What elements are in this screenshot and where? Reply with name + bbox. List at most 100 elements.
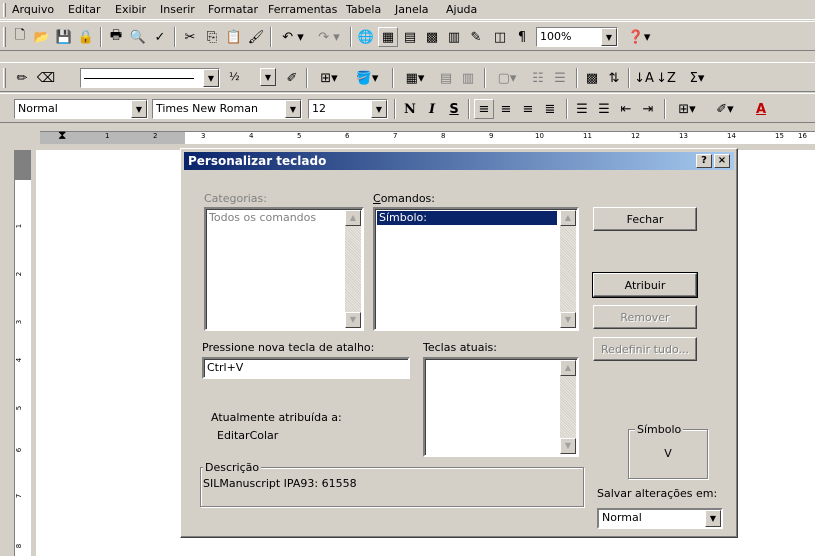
scroll-up-icon[interactable]: ▲ — [560, 210, 576, 226]
scroll-down-icon[interactable]: ▼ — [560, 312, 576, 328]
outside-border-icon[interactable]: ⊞▾ — [670, 99, 704, 119]
font-color-icon[interactable]: A — [746, 99, 776, 119]
new-shortcut-input[interactable]: Ctrl+V — [202, 357, 410, 379]
borders-icon[interactable]: ⊞▾ — [312, 68, 346, 88]
spelling-icon[interactable]: ✓ — [150, 27, 170, 47]
border-color-icon[interactable]: ✐ — [282, 68, 302, 88]
draw-table-icon[interactable]: ✏ — [12, 68, 32, 88]
new-key-label: Pressione nova tecla de atalho: — [202, 341, 375, 354]
insert-table-icon[interactable]: ▦▾ — [398, 68, 432, 88]
line-style-combo[interactable]: ▼ — [80, 68, 220, 88]
numbering-icon[interactable]: ☰ — [572, 99, 592, 119]
sort-descending-icon[interactable]: ↓Z — [656, 68, 676, 88]
format-painter-icon[interactable]: 🖌 — [246, 27, 266, 47]
chevron-down-icon[interactable]: ▼ — [285, 100, 301, 118]
font-combo[interactable]: Times New Roman ▼ — [152, 99, 302, 119]
menu-inserir[interactable]: Inserir — [160, 3, 195, 16]
scroll-up-icon: ▲ — [345, 210, 361, 226]
chevron-down-icon[interactable]: ▼ — [705, 510, 721, 527]
document-map-icon[interactable]: ◫ — [490, 27, 510, 47]
save-changes-label: Salvar alterações em: — [597, 487, 718, 500]
autosum-icon[interactable]: Σ▾ — [680, 68, 714, 88]
drawing-icon[interactable]: ✎ — [466, 27, 486, 47]
menu-grip[interactable] — [3, 3, 6, 17]
ruler-tick: 16 — [798, 132, 807, 140]
chevron-down-icon[interactable]: ▼ — [601, 28, 617, 46]
copy-icon[interactable]: ⎘ — [202, 27, 222, 47]
zoom-combo[interactable]: 100% ▼ — [536, 27, 618, 47]
separator — [174, 27, 176, 47]
list-item[interactable]: Símbolo: — [377, 211, 557, 225]
menu-janela[interactable]: Janela — [395, 3, 429, 16]
separator — [392, 68, 394, 88]
insert-table-icon[interactable]: ▤ — [400, 27, 420, 47]
style-combo[interactable]: Normal ▼ — [14, 99, 148, 119]
line-weight-combo[interactable]: ½ ▼ — [226, 68, 276, 88]
chevron-down-icon[interactable]: ▼ — [203, 69, 219, 87]
save-icon[interactable]: 💾 — [54, 27, 74, 47]
menu-tabela[interactable]: Tabela — [346, 3, 381, 16]
commands-label-text: omandos: — [380, 192, 435, 205]
align-right-icon[interactable]: ≡ — [518, 99, 538, 119]
chevron-down-icon[interactable]: ▼ — [371, 100, 387, 118]
indent-marker-icon[interactable]: ⧗ — [58, 128, 66, 143]
increase-indent-icon[interactable]: ⇥ — [638, 99, 658, 119]
vruler-margin — [15, 150, 31, 180]
ruler-tick: 9 — [489, 132, 494, 140]
tables-borders-icon[interactable]: ▦ — [378, 27, 398, 47]
highlight-icon[interactable]: ✐▾ — [708, 99, 742, 119]
close-button[interactable]: Fechar — [593, 207, 697, 231]
bold-button[interactable]: N — [400, 99, 420, 119]
show-hide-icon[interactable]: ¶ — [512, 27, 532, 47]
new-document-icon[interactable]: 🗋 — [10, 27, 30, 47]
italic-button[interactable]: I — [422, 99, 442, 119]
underline-button[interactable]: S — [444, 99, 464, 119]
chevron-down-icon[interactable]: ▼ — [260, 68, 276, 86]
scroll-up-icon[interactable]: ▲ — [560, 360, 576, 376]
menu-exibir[interactable]: Exibir — [115, 3, 146, 16]
undo-icon[interactable]: ↶ ▾ — [276, 27, 310, 47]
align-center-icon[interactable]: ≡ — [496, 99, 516, 119]
menu-ajuda[interactable]: Ajuda — [446, 3, 477, 16]
menu-arquivo[interactable]: Arquivo — [12, 3, 54, 16]
scroll-down-icon[interactable]: ▼ — [560, 438, 576, 454]
print-preview-icon[interactable]: 🔍 — [128, 27, 148, 47]
hyperlink-icon[interactable]: 🌐 — [356, 27, 376, 47]
assign-button[interactable]: Atribuir — [592, 272, 698, 298]
open-folder-icon[interactable]: 📂 — [32, 27, 52, 47]
commands-list[interactable]: Símbolo: ▲ ▼ — [373, 207, 579, 331]
remove-button: Remover — [593, 305, 697, 329]
paste-icon[interactable]: 📋 — [224, 27, 244, 47]
sort-ascending-icon[interactable]: ↓A — [634, 68, 654, 88]
decrease-indent-icon[interactable]: ⇤ — [616, 99, 636, 119]
permission-icon[interactable]: 🔒 — [76, 27, 96, 47]
columns-icon[interactable]: ▥ — [444, 27, 464, 47]
justify-icon[interactable]: ≣ — [540, 99, 560, 119]
bullets-icon[interactable]: ☰ — [594, 99, 614, 119]
help-button[interactable]: ? — [696, 154, 712, 168]
help-icon[interactable]: ❓▾ — [624, 27, 654, 47]
print-icon[interactable]: 🖶 — [106, 27, 126, 47]
ruler-tick: 3 — [201, 132, 206, 140]
current-keys-list[interactable]: ▲ ▼ — [423, 357, 579, 457]
autoformat-icon[interactable]: ▩ — [582, 68, 602, 88]
horizontal-ruler: ⧗ 1 2 3 4 5 6 7 8 9 10 11 12 13 14 15 16 — [0, 128, 815, 146]
menu-formatar[interactable]: Formatar — [208, 3, 258, 16]
chevron-down-icon[interactable]: ▼ — [131, 100, 147, 118]
insert-excel-icon[interactable]: ▩ — [422, 27, 442, 47]
text-direction-icon[interactable]: ⇅ — [604, 68, 624, 88]
cut-icon[interactable]: ✂ — [180, 27, 200, 47]
current-keys-scrollbar[interactable]: ▲ ▼ — [560, 360, 576, 454]
font-size-combo[interactable]: 12 ▼ — [308, 99, 388, 119]
save-changes-select[interactable]: Normal ▼ — [597, 508, 723, 529]
commands-scrollbar[interactable]: ▲ ▼ — [560, 210, 576, 328]
eraser-icon[interactable]: ⌫ — [36, 68, 56, 88]
shading-color-icon[interactable]: 🪣▾ — [350, 68, 384, 88]
menu-ferramentas[interactable]: Ferramentas — [268, 3, 337, 16]
dialog-titlebar[interactable]: Personalizar teclado ? × — [184, 152, 734, 170]
close-icon[interactable]: × — [714, 154, 730, 168]
ruler-tick: 8 — [441, 132, 446, 140]
ruler-tick: 7 — [393, 132, 398, 140]
menu-editar[interactable]: Editar — [68, 3, 101, 16]
align-left-icon[interactable]: ≡ — [474, 99, 494, 119]
